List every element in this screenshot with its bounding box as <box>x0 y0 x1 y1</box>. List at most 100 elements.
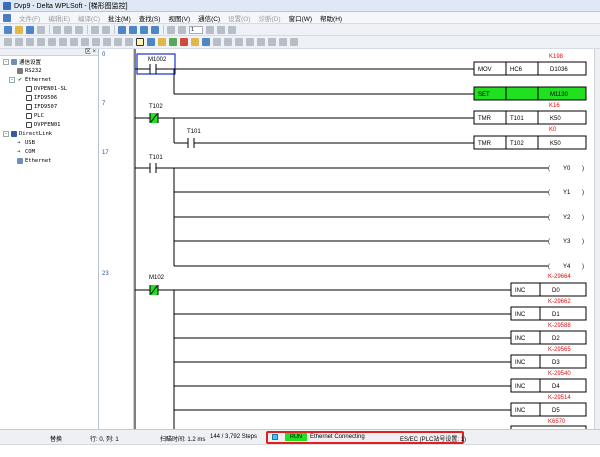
tree-item-comm-settings[interactable]: - 通信设置 <box>3 58 41 66</box>
compile-icon[interactable] <box>167 25 175 34</box>
panel-close-icon[interactable]: 区 × <box>85 49 96 56</box>
save-icon[interactable] <box>26 25 34 34</box>
menu-search[interactable]: 查找(S) <box>135 13 165 23</box>
il-mode-icon[interactable] <box>15 38 23 46</box>
spin-icon[interactable] <box>206 25 214 34</box>
check-icon[interactable] <box>178 25 186 34</box>
instruction-op: INC <box>515 360 526 366</box>
zoom-out-icon[interactable] <box>140 25 148 34</box>
monitor-icon[interactable] <box>37 38 45 46</box>
setting-icon[interactable] <box>268 38 276 46</box>
run-icon[interactable] <box>169 38 177 46</box>
goto-icon[interactable] <box>228 25 236 34</box>
comment-icon[interactable] <box>59 38 67 46</box>
online-edit-icon[interactable] <box>213 38 221 46</box>
force-icon[interactable] <box>257 38 265 46</box>
io-icon[interactable] <box>103 38 111 46</box>
grid-icon[interactable] <box>70 38 78 46</box>
tree-item-dvpfen01[interactable]: DVPFEN01 <box>26 121 61 129</box>
tree-item-dvpen01-sl[interactable]: DVPEN01-SL <box>26 85 67 93</box>
menu-options[interactable]: 设置(O) <box>224 13 254 23</box>
monitor-stop-icon[interactable] <box>202 38 210 46</box>
output-coil-open[interactable]: ( <box>548 239 550 245</box>
output-coil-open[interactable]: ( <box>548 166 550 172</box>
edit-mode-icon[interactable] <box>136 38 144 46</box>
open-file-icon[interactable] <box>15 25 23 34</box>
tree-item-usb[interactable]: ➔ USB <box>17 139 35 147</box>
tree-item-directlink[interactable]: - DirectLink <box>3 130 52 138</box>
rung-number-column: 0 7 17 23 <box>99 49 134 429</box>
menu-communication[interactable]: 通信(C) <box>194 13 224 23</box>
device-icon[interactable] <box>48 38 56 46</box>
tree-item-ethernet[interactable]: - ✔ Ethernet <box>9 76 52 84</box>
rung-number: 23 <box>102 271 109 277</box>
network-icon <box>11 59 17 65</box>
tree-item-com[interactable]: ➔ COM <box>17 148 35 156</box>
undo-icon[interactable] <box>91 25 99 34</box>
menu-help[interactable]: 帮助(H) <box>316 13 346 23</box>
upload-icon[interactable] <box>114 38 122 46</box>
output-coil-open[interactable]: ( <box>548 190 550 196</box>
ladder-mode-icon[interactable] <box>4 38 12 46</box>
instruction-op: INC <box>515 384 526 390</box>
menu-window[interactable]: 窗口(W) <box>285 13 316 23</box>
paste-icon[interactable] <box>75 25 83 34</box>
output-coil-label: Y2 <box>563 215 571 221</box>
output-coil-open[interactable]: ( <box>548 215 550 221</box>
zoom-in-icon[interactable] <box>129 25 137 34</box>
cut-icon[interactable] <box>53 25 61 34</box>
instruction-arg: M1130 <box>550 92 569 98</box>
ladder-diagram[interactable]: M1002 K198 MOV HC6 D1036 SET M1130 T102 … <box>134 49 594 429</box>
monitor-start-icon[interactable] <box>191 38 199 46</box>
write-icon[interactable] <box>224 38 232 46</box>
document-icon <box>26 122 32 128</box>
menu-comment[interactable]: 批注(M) <box>104 13 135 23</box>
properties-icon[interactable] <box>279 38 287 46</box>
output-coil-close: ) <box>582 215 584 221</box>
copy-icon[interactable] <box>64 25 72 34</box>
expander-icon[interactable]: - <box>9 77 15 83</box>
menu-diagnose[interactable]: 诊断(D) <box>255 13 285 23</box>
tree-item-label: IFD9506 <box>34 95 58 101</box>
find-icon[interactable] <box>118 25 126 34</box>
plc-icon[interactable] <box>158 38 166 46</box>
menu-view[interactable]: 视图(V) <box>164 13 194 23</box>
expander-icon[interactable]: - <box>3 59 9 65</box>
print-icon[interactable] <box>37 25 45 34</box>
document-icon <box>26 113 32 119</box>
tree-item-label: Ethernet <box>25 158 52 164</box>
device-value: K-29540 <box>548 371 571 377</box>
read-icon[interactable] <box>235 38 243 46</box>
help-icon[interactable] <box>151 25 159 34</box>
connect-icon[interactable] <box>147 38 155 46</box>
table-icon[interactable] <box>81 38 89 46</box>
sfc-mode-icon[interactable] <box>26 38 34 46</box>
menu-file[interactable]: 文件(F) <box>15 13 44 23</box>
download-icon[interactable] <box>125 38 133 46</box>
tree-item-rs232[interactable]: RS232 <box>17 67 42 75</box>
redo-icon[interactable] <box>102 25 110 34</box>
window-icon[interactable] <box>290 38 298 46</box>
tree-item-ifd9506[interactable]: IFD9506 <box>26 94 57 102</box>
instruction-box-set[interactable] <box>473 86 587 101</box>
tree-item-ifd9507[interactable]: IFD9507 <box>26 103 57 111</box>
tree-item-plc[interactable]: PLC <box>26 112 44 120</box>
menu-compile[interactable]: 编译(C) <box>74 13 104 23</box>
new-file-icon[interactable] <box>4 25 12 34</box>
vertical-scrollbar[interactable] <box>594 49 600 429</box>
toolbar-main: 1 <box>0 24 600 36</box>
status-station: ES/EC (PLC站号设置: 1) <box>400 437 467 443</box>
memory-icon[interactable] <box>92 38 100 46</box>
title-bar: Dvp9 - Delta WPLSoft - [梯形图监控] <box>0 0 600 12</box>
zoom-field[interactable]: 1 <box>189 25 203 34</box>
expander-icon[interactable]: - <box>3 131 9 137</box>
menu-edit[interactable]: 编辑(E) <box>44 13 74 23</box>
compare-icon[interactable] <box>246 38 254 46</box>
device-value: K16 <box>549 103 560 109</box>
stop-icon[interactable] <box>180 38 188 46</box>
instruction-arg: D4 <box>552 384 560 390</box>
step-icon[interactable] <box>217 25 225 34</box>
document-icon[interactable] <box>3 13 11 22</box>
tree-item-ethernet-direct[interactable]: Ethernet <box>17 157 52 165</box>
output-coil-open[interactable]: ( <box>548 264 550 270</box>
